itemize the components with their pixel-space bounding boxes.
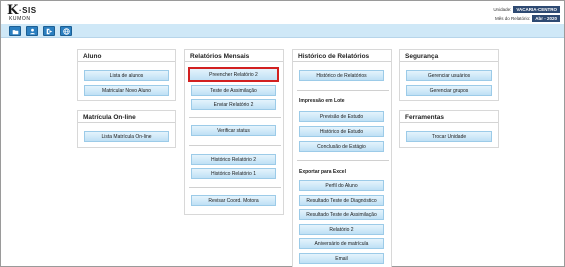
folder-icon[interactable] <box>9 26 21 36</box>
unit-value[interactable]: VACARIA-CENTRO <box>513 6 560 13</box>
gerenciar-grupos-button[interactable]: Gerenciar grupos <box>406 85 492 96</box>
resultado-assimilacao-button[interactable]: Resultado Teste de Assimilação <box>299 209 384 220</box>
section-title-excel: Exportar para Excel <box>299 169 346 175</box>
divider <box>189 187 281 188</box>
panel-seguranca: Segurança Gerenciar usuários Gerenciar g… <box>399 49 499 101</box>
month-row: Mês do Relatório: Abr - 2020 <box>495 15 560 22</box>
lista-matricula-button[interactable]: Lista Matrícula On-line <box>84 131 169 142</box>
verificar-status-button[interactable]: Verificar status <box>191 125 276 136</box>
email-button[interactable]: Email <box>299 253 384 264</box>
resultado-diagnostico-button[interactable]: Resultado Teste de Diagnóstico <box>299 195 384 206</box>
user-icon[interactable] <box>26 26 38 36</box>
panel-ferramentas: Ferramentas Trocar Unidade <box>399 110 499 148</box>
panel-title-matricula: Matrícula On-line <box>78 111 175 123</box>
section-title-lote: Impressão em Lote <box>299 98 345 104</box>
globe-icon[interactable] <box>60 26 72 36</box>
divider <box>189 117 281 118</box>
panel-title-relatorios: Relatórios Mensais <box>185 50 283 62</box>
preencher-relatorio-button[interactable]: Preencher Relatório 2 <box>188 67 279 82</box>
panel-historico: Histórico de Relatórios Histórico de Rel… <box>292 49 392 267</box>
unit-row: Unidade: VACARIA-CENTRO <box>493 6 560 13</box>
panel-relatorios: Relatórios Mensais Preencher Relatório 2… <box>184 49 284 215</box>
panel-title-ferramentas: Ferramentas <box>400 111 498 123</box>
historico-relatorios-button[interactable]: Histórico de Relatórios <box>299 70 384 81</box>
historico-relatorio2-button[interactable]: Histórico Relatório 2 <box>191 154 276 165</box>
logout-icon[interactable] <box>43 26 55 36</box>
kumon-logo: K ·SIS KUMON <box>7 3 37 22</box>
teste-assimilacao-button[interactable]: Teste de Assimilação <box>191 85 276 96</box>
panel-title-seguranca: Segurança <box>400 50 498 62</box>
perfil-aluno-button[interactable]: Perfil do Aluno <box>299 180 384 191</box>
panel-matricula: Matrícula On-line Lista Matrícula On-lin… <box>77 110 176 148</box>
matricular-aluno-button[interactable]: Matricular Novo Aluno <box>84 85 169 96</box>
historico-estudo-button[interactable]: Histórico de Estudo <box>299 126 384 137</box>
panel-aluno: Aluno Lista de alunos Matricular Novo Al… <box>77 49 176 101</box>
panel-title-historico: Histórico de Relatórios <box>293 50 391 62</box>
historico-relatorio1-button[interactable]: Histórico Relatório 1 <box>191 168 276 179</box>
aniversario-matricula-button[interactable]: Aniversário de matrícula <box>299 238 384 249</box>
revisar-coord-button[interactable]: Revisar Coord. Motora <box>191 195 276 206</box>
divider <box>297 160 389 161</box>
conclusao-estagio-button[interactable]: Conclusão de Estágio <box>299 141 384 152</box>
previsao-estudo-button[interactable]: Previsão de Estudo <box>299 111 384 122</box>
relatorio2-excel-button[interactable]: Relatório 2 <box>299 224 384 235</box>
app-header: K ·SIS KUMON Unidade: VACARIA-CENTRO Mês … <box>1 1 564 24</box>
gerenciar-usuarios-button[interactable]: Gerenciar usuários <box>406 70 492 81</box>
lista-alunos-button[interactable]: Lista de alunos <box>84 70 169 81</box>
panel-title-aluno: Aluno <box>78 50 175 62</box>
enviar-relatorio-button[interactable]: Enviar Relatório 2 <box>191 99 276 110</box>
month-label: Mês do Relatório: <box>494 16 531 21</box>
unit-label: Unidade: <box>493 7 512 12</box>
toolbar <box>1 24 564 38</box>
trocar-unidade-button[interactable]: Trocar Unidade <box>406 131 492 142</box>
divider <box>297 90 389 91</box>
month-value[interactable]: Abr - 2020 <box>532 15 560 22</box>
divider <box>189 145 281 146</box>
